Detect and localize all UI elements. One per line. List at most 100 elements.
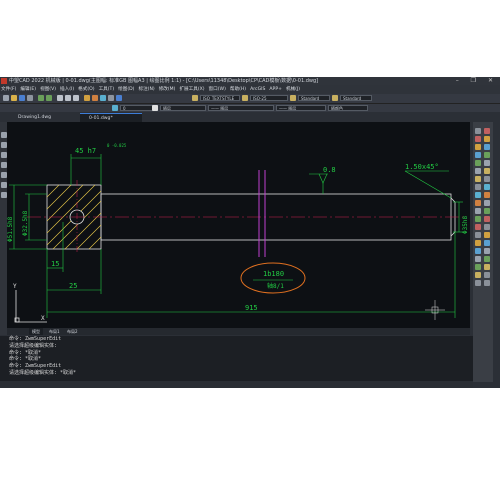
menu-item[interactable]: 编辑(E) bbox=[20, 87, 36, 92]
menu-item[interactable]: 插入(I) bbox=[60, 87, 74, 92]
menu-bar: 文件(F) 编辑(E) 视图(V) 插入(I) 格式(O) 工具(T) 绘图(D) 标注(N)… bbox=[0, 85, 500, 94]
scale-tool-icon[interactable] bbox=[475, 184, 481, 190]
menu-item[interactable]: 文件(F) bbox=[1, 87, 16, 92]
dist-tool-icon[interactable] bbox=[475, 256, 481, 262]
menu-item[interactable]: 视图(V) bbox=[40, 87, 56, 92]
stretch-tool-icon[interactable] bbox=[484, 192, 490, 198]
rotate-tool-icon[interactable] bbox=[475, 176, 481, 182]
menu-item[interactable]: 工具(T) bbox=[99, 87, 115, 92]
zoom-icon[interactable] bbox=[65, 95, 71, 101]
menu-item[interactable]: 机械(J) bbox=[286, 87, 300, 92]
layout-tabs: 模型 布局1 布局2 bbox=[7, 328, 470, 335]
chamfer-tool-icon[interactable] bbox=[475, 232, 481, 238]
layers-icon[interactable] bbox=[100, 95, 106, 101]
properties-toolbar: 0 随层 —— 随层 —— 随层 随颜色 bbox=[0, 104, 500, 112]
ucs-x-label: X bbox=[41, 315, 45, 322]
id-tool-icon[interactable] bbox=[475, 280, 481, 286]
dim-style-combo[interactable]: ISO-25 bbox=[250, 95, 288, 101]
copy-tool-icon[interactable] bbox=[484, 136, 490, 142]
calculator-icon[interactable] bbox=[108, 95, 114, 101]
command-line: 命令: *取消* bbox=[9, 356, 42, 363]
trim-tool-icon[interactable] bbox=[484, 200, 490, 206]
menu-item[interactable]: 标注(N) bbox=[138, 87, 154, 92]
lineweight-combo[interactable]: —— 随层 bbox=[276, 105, 326, 111]
layer-manager-icon[interactable] bbox=[112, 105, 118, 111]
pan-icon[interactable] bbox=[57, 95, 63, 101]
open-file-icon[interactable] bbox=[11, 95, 17, 101]
window-controls[interactable]: – ❐ ✕ bbox=[456, 77, 498, 85]
erase-tool-icon[interactable] bbox=[475, 128, 481, 134]
list-tool-icon[interactable] bbox=[484, 272, 490, 278]
offset-tool-icon[interactable] bbox=[475, 152, 481, 158]
right-toolbar bbox=[473, 122, 493, 382]
menu-item[interactable]: 绘图(D) bbox=[118, 87, 134, 92]
undo-icon[interactable] bbox=[38, 95, 44, 101]
rotate-tool-icon[interactable] bbox=[484, 176, 490, 182]
text-style-combo[interactable]: ISO_TEXTSTYLE bbox=[200, 95, 240, 101]
menu-item[interactable]: 扩展工具(X) bbox=[179, 87, 204, 92]
plot-style-combo[interactable]: 随颜色 bbox=[328, 105, 368, 111]
table-style-combo[interactable]: Standard bbox=[298, 95, 330, 101]
menu-item[interactable]: ArcGIS bbox=[250, 87, 265, 92]
extend-tool-icon[interactable] bbox=[475, 208, 481, 214]
linetype-combo[interactable]: —— 随层 bbox=[208, 105, 274, 111]
break-tool-icon[interactable] bbox=[484, 216, 490, 222]
document-tabs: Drawing1.dwg 0-01.dwg* bbox=[0, 112, 470, 122]
fillet-tool-icon[interactable] bbox=[484, 240, 490, 246]
menu-item[interactable]: 格式(O) bbox=[78, 87, 94, 92]
text-style-icon[interactable] bbox=[192, 95, 198, 101]
menu-item[interactable]: 窗口(W) bbox=[209, 87, 226, 92]
mirror-tool-icon[interactable] bbox=[484, 144, 490, 150]
stretch-tool-icon[interactable] bbox=[475, 192, 481, 198]
fillet-tool-icon[interactable] bbox=[475, 240, 481, 246]
mleader-style-icon[interactable] bbox=[332, 95, 338, 101]
break-tool-icon[interactable] bbox=[475, 216, 481, 222]
print-icon[interactable] bbox=[27, 95, 33, 101]
help-icon[interactable] bbox=[116, 95, 122, 101]
drawing-canvas[interactable]: 45 h7 0 -0.025 0.8 1.50x45° Φ51.5h8 Φ32.… bbox=[7, 122, 470, 335]
array-tool-icon[interactable] bbox=[475, 160, 481, 166]
color-icon[interactable] bbox=[152, 105, 158, 111]
new-file-icon[interactable] bbox=[3, 95, 9, 101]
erase-tool-icon[interactable] bbox=[484, 128, 490, 134]
left-diameter-label-1: Φ51.5h8 bbox=[7, 216, 14, 242]
offset-tool-icon[interactable] bbox=[484, 152, 490, 158]
layout-tab-1[interactable]: 布局1 bbox=[49, 328, 60, 335]
move-tool-icon[interactable] bbox=[475, 168, 481, 174]
redo-icon[interactable] bbox=[46, 95, 52, 101]
chamfer-tool-icon[interactable] bbox=[484, 232, 490, 238]
list-tool-icon[interactable] bbox=[475, 272, 481, 278]
join-tool-icon[interactable] bbox=[484, 224, 490, 230]
tab-0-01[interactable]: 0-01.dwg* bbox=[80, 113, 142, 122]
table-style-icon[interactable] bbox=[290, 95, 296, 101]
array-tool-icon[interactable] bbox=[484, 160, 490, 166]
mleader-style-combo[interactable]: Standard bbox=[340, 95, 372, 101]
area-tool-icon[interactable] bbox=[475, 264, 481, 270]
menu-item[interactable]: 帮助(H) bbox=[230, 87, 246, 92]
layout-tab-2[interactable]: 布局2 bbox=[67, 328, 78, 335]
color-combo[interactable]: 随层 bbox=[160, 105, 206, 111]
save-icon[interactable] bbox=[19, 95, 25, 101]
explode-tool-icon[interactable] bbox=[475, 248, 481, 254]
menu-item[interactable]: 修改(M) bbox=[159, 87, 176, 92]
match-prop-icon[interactable] bbox=[92, 95, 98, 101]
layout-tab-model[interactable]: 模型 bbox=[29, 328, 43, 335]
explode-tool-icon[interactable] bbox=[484, 248, 490, 254]
dim-style-icon[interactable] bbox=[242, 95, 248, 101]
area-tool-icon[interactable] bbox=[484, 264, 490, 270]
copy-tool-icon[interactable] bbox=[475, 136, 481, 142]
scale-tool-icon[interactable] bbox=[484, 184, 490, 190]
extend-tool-icon[interactable] bbox=[484, 208, 490, 214]
dist-tool-icon[interactable] bbox=[484, 256, 490, 262]
move-tool-icon[interactable] bbox=[484, 168, 490, 174]
join-tool-icon[interactable] bbox=[475, 224, 481, 230]
id-tool-icon[interactable] bbox=[484, 280, 490, 286]
menu-item[interactable]: APP+ bbox=[269, 87, 282, 92]
trim-tool-icon[interactable] bbox=[475, 200, 481, 206]
left-toolbar bbox=[0, 122, 7, 335]
properties-icon[interactable] bbox=[84, 95, 90, 101]
dim-tolerance-label: 0 -0.025 bbox=[107, 143, 127, 148]
zoom-window-icon[interactable] bbox=[73, 95, 79, 101]
tab-drawing1[interactable]: Drawing1.dwg bbox=[9, 113, 79, 122]
mirror-tool-icon[interactable] bbox=[475, 144, 481, 150]
